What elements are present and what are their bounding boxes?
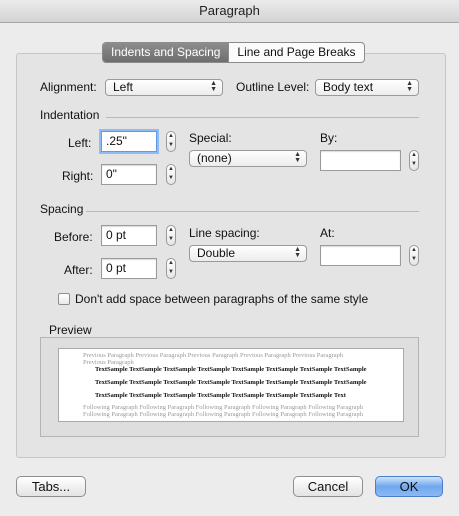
- at-label: At:: [320, 226, 335, 240]
- preview-area: Previous Paragraph Previous Paragraph Pr…: [40, 337, 419, 437]
- dont-add-space-label[interactable]: Don't add space between paragraphs of th…: [75, 292, 368, 306]
- outline-level-value: Body text: [323, 80, 374, 94]
- tab-bar: Indents and Spacing Line and Page Breaks: [102, 42, 365, 63]
- ok-button[interactable]: OK: [375, 476, 443, 497]
- tabs-button[interactable]: Tabs...: [16, 476, 86, 497]
- by-stepper[interactable]: ▲ ▼: [409, 150, 419, 171]
- paragraph-dialog: Paragraph Indents and Spacing Line and P…: [0, 0, 459, 516]
- preview-heading: Preview: [49, 323, 92, 337]
- by-field[interactable]: [320, 150, 401, 171]
- spacing-divider: [86, 211, 419, 212]
- right-indent-stepper[interactable]: ▲ ▼: [166, 164, 176, 185]
- tab-indents-and-spacing[interactable]: Indents and Spacing: [103, 43, 229, 62]
- left-indent-stepper[interactable]: ▲ ▼: [166, 131, 176, 152]
- line-spacing-popup[interactable]: Double ▲ ▼: [189, 245, 307, 262]
- before-field[interactable]: 0 pt: [101, 225, 157, 246]
- popup-arrows-icon: ▲ ▼: [294, 151, 301, 164]
- special-label: Special:: [189, 131, 232, 145]
- preview-following-line: Following Paragraph Following Paragraph …: [83, 411, 364, 418]
- preview-sample-line: TextSample TextSample TextSample TextSam…: [95, 366, 367, 373]
- preview-page: Previous Paragraph Previous Paragraph Pr…: [58, 348, 404, 422]
- after-field[interactable]: 0 pt: [101, 258, 157, 279]
- preview-sample-line: TextSample TextSample TextSample TextSam…: [95, 379, 367, 386]
- outline-level-popup[interactable]: Body text ▲ ▼: [315, 79, 419, 96]
- line-spacing-value: Double: [197, 246, 236, 260]
- left-indent-label: Left:: [68, 136, 92, 150]
- dont-add-space-checkbox[interactable]: [58, 293, 70, 305]
- indentation-divider: [106, 117, 419, 118]
- popup-arrows-icon: ▲ ▼: [210, 80, 217, 93]
- special-value: (none): [197, 151, 232, 165]
- by-label: By:: [320, 131, 338, 145]
- alignment-label: Alignment:: [40, 80, 97, 94]
- right-indent-field[interactable]: 0": [101, 164, 157, 185]
- indentation-heading: Indentation: [40, 108, 100, 122]
- popup-arrows-icon: ▲ ▼: [294, 246, 301, 259]
- outline-level-label: Outline Level:: [236, 80, 310, 94]
- preview-previous-line: Previous Paragraph Previous Paragraph Pr…: [83, 352, 344, 359]
- at-field[interactable]: [320, 245, 401, 266]
- cancel-button[interactable]: Cancel: [293, 476, 363, 497]
- preview-previous-line: Previous Paragraph: [83, 359, 134, 366]
- before-label: Before:: [54, 230, 93, 244]
- preview-following-line: Following Paragraph Following Paragraph …: [83, 404, 364, 411]
- right-indent-label: Right:: [62, 169, 94, 183]
- at-stepper[interactable]: ▲ ▼: [409, 245, 419, 266]
- preview-sample-line: TextSample TextSample TextSample TextSam…: [95, 392, 346, 399]
- left-indent-field[interactable]: .25": [101, 131, 157, 152]
- before-stepper[interactable]: ▲ ▼: [166, 225, 176, 246]
- after-label: After:: [64, 263, 93, 277]
- popup-arrows-icon: ▲ ▼: [406, 80, 413, 93]
- window-title: Paragraph: [0, 0, 459, 23]
- special-popup[interactable]: (none) ▲ ▼: [189, 150, 307, 167]
- alignment-value: Left: [113, 80, 134, 94]
- alignment-popup[interactable]: Left ▲ ▼: [105, 79, 223, 96]
- line-spacing-label: Line spacing:: [189, 226, 260, 240]
- after-stepper[interactable]: ▲ ▼: [166, 258, 176, 279]
- tab-line-and-page-breaks[interactable]: Line and Page Breaks: [228, 43, 363, 62]
- spacing-heading: Spacing: [40, 202, 84, 216]
